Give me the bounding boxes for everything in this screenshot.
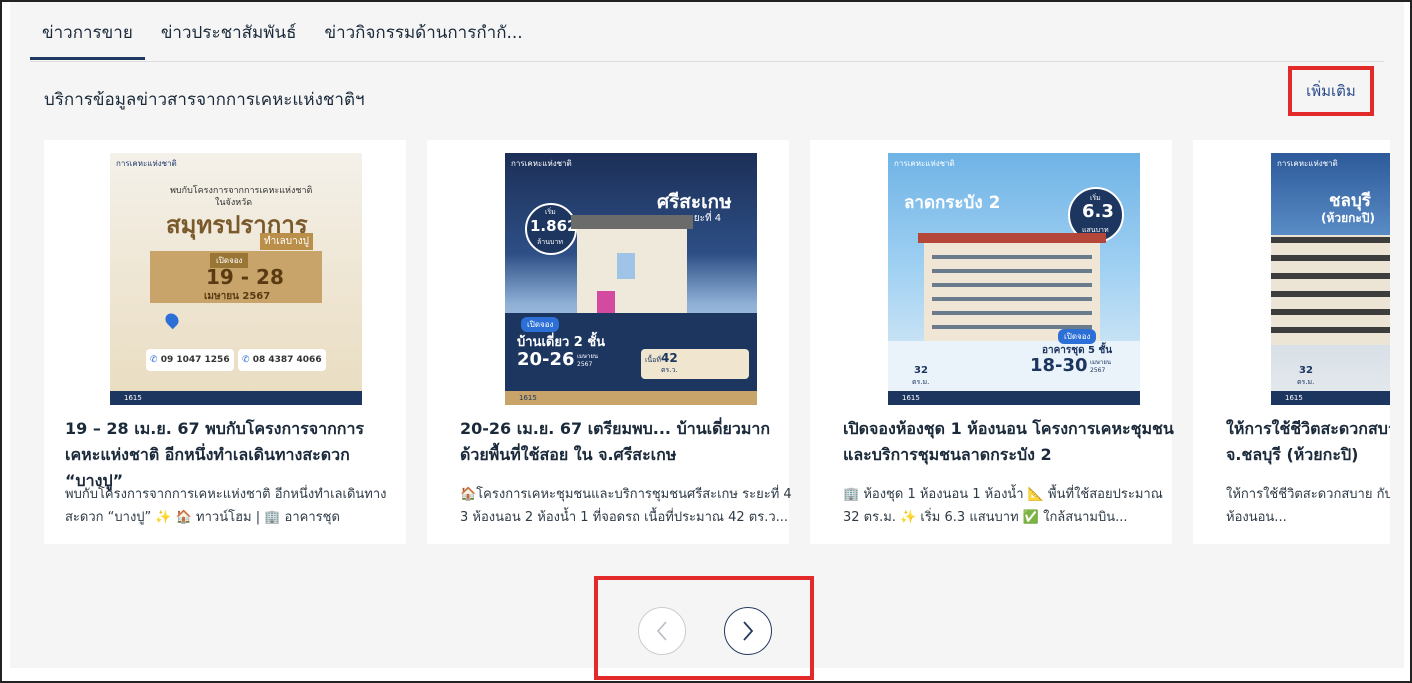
news-card[interactable]: การเคหะแห่งชาติ ชลบุรี (ห้วยกะปิ) 32 ตร.… <box>1193 140 1390 544</box>
poster-dates: 19 - 28 <box>206 265 284 289</box>
poster-dates: 18-30 <box>1030 355 1088 376</box>
poster-text: (ห้วยกะปิ) <box>1321 211 1375 225</box>
phone-icon: ✆ <box>242 355 253 365</box>
pager-highlight <box>594 576 814 680</box>
poster-badge: เปิดจอง <box>1058 329 1097 344</box>
news-card-image[interactable]: การเคหะแห่งชาติ ลาดกระบัง 2 เริ่ม 6.3 แส… <box>888 153 1140 405</box>
news-card-desc: 🏢 ห้องชุด 1 ห้องนอน 1 ห้องน้ำ 📐 พื้นที่ใ… <box>843 487 1163 525</box>
tab-sales-news[interactable]: ข่าวการขาย <box>30 14 145 60</box>
tab-regulation-activities[interactable]: ข่าวกิจกรรมด้านการกำกั... <box>312 14 534 60</box>
news-carousel: การเคหะแห่งชาติ พบกับโครงการจากการเคหะแห… <box>44 140 1390 544</box>
poster-price: 6.3 <box>1082 201 1114 222</box>
more-link-highlight: เพิ่มเติม <box>1288 66 1374 116</box>
news-card-desc: 🏠โครงการเคหะชุมชนและบริการชุมชนศรีสะเกษ … <box>460 487 792 525</box>
location-pin-icon <box>162 310 182 330</box>
news-card[interactable]: การเคหะแห่งชาติ ลาดกระบัง 2 เริ่ม 6.3 แส… <box>810 140 1175 544</box>
poster-text: ตร.ว. <box>661 366 678 374</box>
news-card-desc: พบกับโครงการจากการเคหะแห่งชาติ อีกหนึ่งท… <box>65 487 387 525</box>
poster-logo: การเคหะแห่งชาติ <box>894 159 955 168</box>
news-tabs: ข่าวการขาย ข่าวประชาสัมพันธ์ ข่าวกิจกรรม… <box>30 14 535 62</box>
news-card-image[interactable]: การเคหะแห่งชาติ ชลบุรี (ห้วยกะปิ) 32 ตร.… <box>1271 153 1390 405</box>
news-card-image[interactable]: การเคหะแห่งชาติ พบกับโครงการจากการเคหะแห… <box>110 153 362 405</box>
poster-footer: 1615 <box>505 391 757 405</box>
chevron-left-icon <box>656 621 667 641</box>
news-card-image[interactable]: การเคหะแห่งชาติ เริ่ม 1.862 ล้านบาท ศรีส… <box>505 153 757 405</box>
poster-area: 42 <box>661 351 678 365</box>
poster-phone: 08 4387 4066 <box>252 355 322 365</box>
poster-badge: เปิดจอง <box>521 317 560 332</box>
carousel-prev-button[interactable] <box>638 607 686 655</box>
news-card-title[interactable]: ให้การใช้ชีวิตสะดวกสบายกับโครงการฯ จ.ชลบ… <box>1226 416 1390 468</box>
poster-area: 32 <box>1299 365 1313 376</box>
section-title: บริการข้อมูลข่าวสารจากการเคหะแห่งชาติฯ <box>44 90 365 110</box>
news-card[interactable]: การเคหะแห่งชาติ เริ่ม 1.862 ล้านบาท ศรีส… <box>427 140 792 544</box>
poster-phone: 09 1047 1256 <box>160 355 230 365</box>
poster-logo: การเคหะแห่งชาติ <box>1277 159 1338 168</box>
poster-logo: การเคหะแห่งชาติ <box>511 159 572 168</box>
poster-text: ทำเลบางปู <box>260 233 313 250</box>
poster-text: ล้านบาท <box>537 238 563 246</box>
poster-text: ตร.ม. <box>912 378 930 386</box>
poster-dates: 20-26 <box>517 349 575 370</box>
phone-icon: ✆ <box>150 355 161 365</box>
carousel-next-button[interactable] <box>724 607 772 655</box>
poster-footer: 1615 <box>1271 391 1390 405</box>
news-card-title[interactable]: 20-26 เม.ย. 67 เตรียมพบ... บ้านเดี่ยวมาก… <box>460 416 792 468</box>
poster-month: เมษายน 2567 <box>204 291 271 302</box>
poster-footer: 1615 <box>110 391 362 405</box>
poster-area: 32 <box>914 365 928 376</box>
poster-heading: ลาดกระบัง 2 <box>904 193 1001 213</box>
tab-divider <box>30 61 1384 62</box>
poster-month: เมษายน 2567 <box>577 353 598 368</box>
news-panel: ข่าวการขาย ข่าวประชาสัมพันธ์ ข่าวกิจกรรม… <box>10 2 1404 670</box>
news-card-desc: ให้การใช้ชีวิตสะดวกสบาย กับ จ.ชลบุรี (ห้… <box>1226 487 1390 525</box>
poster-footer: 1615 <box>888 391 1140 405</box>
poster-text: เนื้อที่ <box>645 356 661 364</box>
poster-month: เมษายน 2567 <box>1090 359 1111 374</box>
news-card[interactable]: การเคหะแห่งชาติ พบกับโครงการจากการเคหะแห… <box>44 140 406 544</box>
tab-public-relations[interactable]: ข่าวประชาสัมพันธ์ <box>149 14 309 60</box>
poster-logo: การเคหะแห่งชาติ <box>116 159 177 168</box>
poster-text: ตร.ม. <box>1297 378 1315 386</box>
chevron-right-icon <box>743 621 754 641</box>
news-card-title[interactable]: เปิดจองห้องชุด 1 ห้องนอน โครงการเคหะชุมช… <box>843 416 1175 468</box>
more-link[interactable]: เพิ่มเติม <box>1306 79 1356 103</box>
